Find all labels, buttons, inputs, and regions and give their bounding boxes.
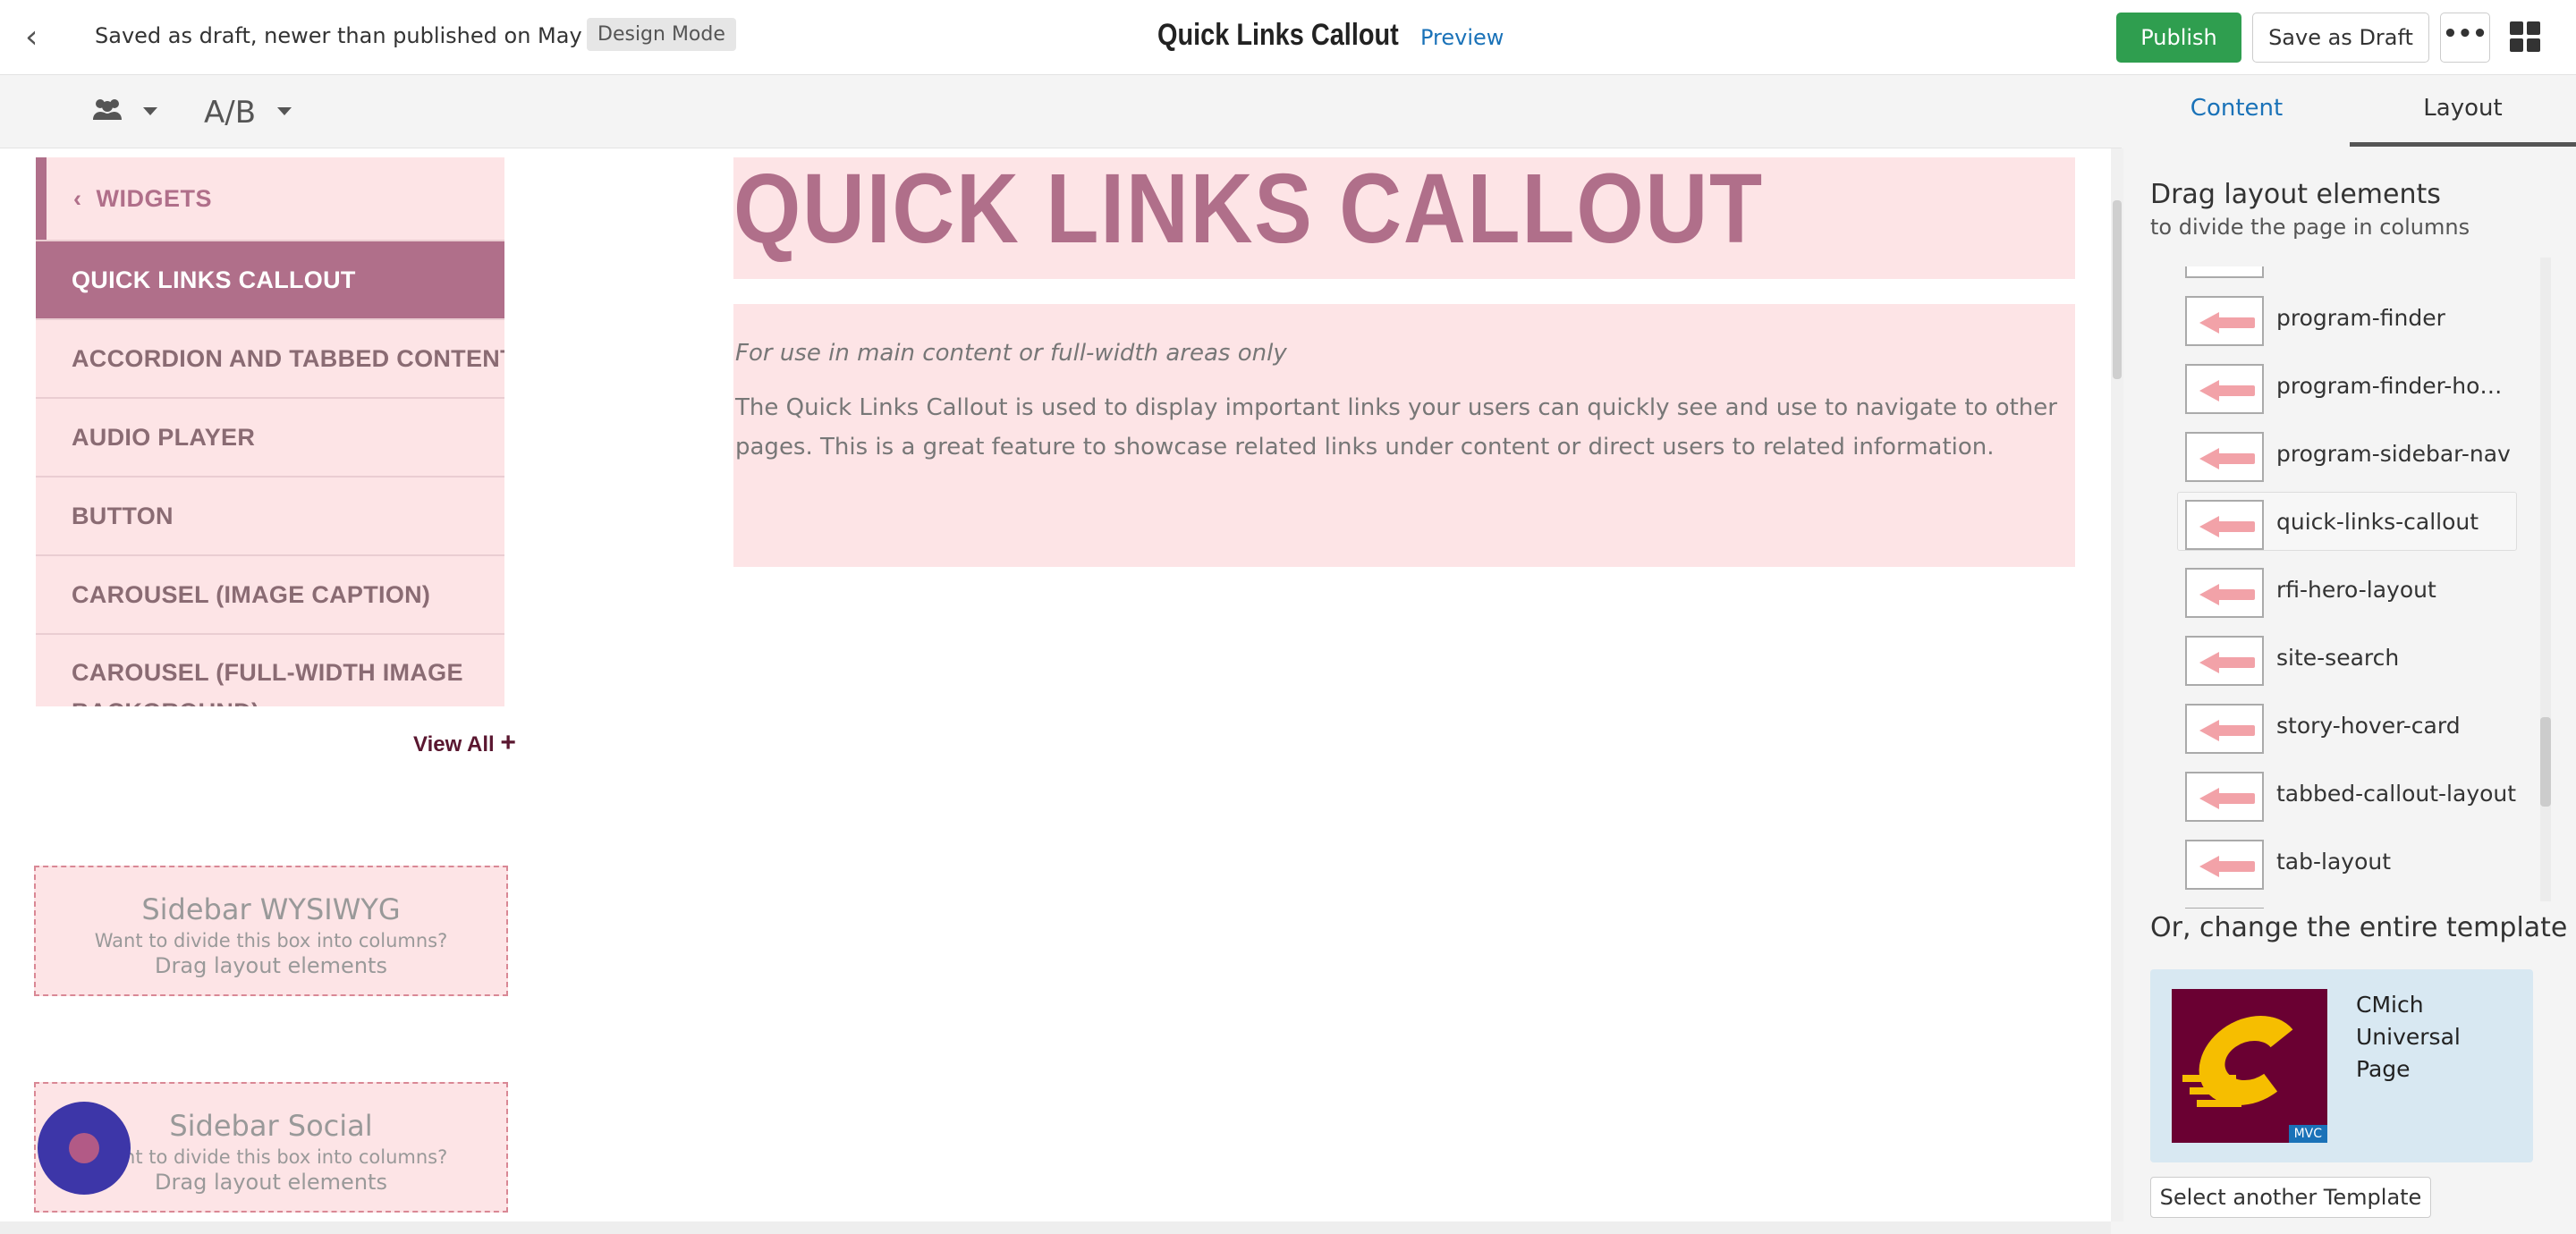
widget-item-quick-links-callout[interactable]: QUICK LINKS CALLOUT: [36, 240, 504, 318]
layout-thumb: [2185, 704, 2264, 754]
draft-status: Saved as draft, newer than published on …: [95, 23, 616, 48]
layout-element[interactable]: tabbed-callout-layout: [2177, 764, 2517, 823]
mvc-badge: MVC: [2288, 1125, 2327, 1143]
drag-arrow-icon: [2199, 380, 2255, 401]
publish-button[interactable]: Publish: [2116, 13, 2241, 63]
drop-zone-subtitle: Want to divide this box into columns?: [94, 930, 448, 951]
drag-arrow-icon: [2199, 788, 2255, 809]
hero-title: QUICK LINKS CALLOUT: [733, 157, 1764, 264]
drag-arrow-icon: [2199, 312, 2255, 334]
plus-icon: +: [500, 728, 516, 757]
layout-element-label: rfi-hero-layout: [2276, 577, 2436, 603]
layout-list-scrollbar-thumb[interactable]: [2540, 717, 2551, 807]
layout-element-partial[interactable]: [2177, 900, 2517, 909]
save-as-draft-button[interactable]: Save as Draft: [2252, 13, 2429, 63]
template-name: CMich Universal Page: [2356, 992, 2461, 1082]
layout-thumb: [2185, 568, 2264, 618]
tab-content[interactable]: Content: [2123, 75, 2350, 147]
floating-assistant-button[interactable]: [38, 1102, 131, 1195]
view-all-link[interactable]: View All +: [413, 728, 516, 758]
back-arrow-icon[interactable]: ‹: [25, 18, 54, 57]
audience-dropdown-caret-icon[interactable]: [143, 107, 157, 115]
layout-subheading: to divide the page in columns: [2150, 215, 2470, 240]
description-block[interactable]: For use in main content or full-width ar…: [733, 304, 2075, 567]
design-mode-badge: Design Mode: [587, 18, 736, 51]
layout-thumb: [2185, 296, 2264, 346]
layout-element-label: site-search: [2276, 645, 2400, 671]
tab-layout[interactable]: Layout: [2350, 75, 2576, 147]
drop-zone-title: Sidebar WYSIWYG: [141, 892, 401, 926]
layout-elements-list[interactable]: program-finder program-finder-home… prog…: [2177, 266, 2535, 909]
top-bar: ‹ Saved as draft, newer than published o…: [0, 0, 2576, 75]
layout-element[interactable]: tab-layout: [2177, 832, 2517, 891]
right-panel: Content Layout Drag layout elements to d…: [2123, 75, 2576, 1234]
panel-tabs: Content Layout: [2123, 75, 2576, 147]
usage-note: For use in main content or full-width ar…: [735, 340, 1287, 367]
layout-thumb: [2185, 840, 2264, 890]
drag-arrow-icon: [2199, 856, 2255, 877]
layout-thumb: [2185, 500, 2264, 550]
layout-element-label: story-hover-card: [2276, 713, 2461, 739]
layout-element[interactable]: program-finder: [2177, 288, 2517, 347]
drag-arrow-icon: [2199, 448, 2255, 469]
layout-element-label: program-sidebar-nav: [2276, 441, 2511, 467]
layout-element[interactable]: site-search: [2177, 628, 2517, 687]
layout-thumb: [2185, 432, 2264, 482]
layout-element-label: quick-links-callout: [2276, 509, 2479, 535]
layout-thumb: [2185, 772, 2264, 822]
layout-element-label: tab-layout: [2276, 849, 2392, 875]
view-all-label: View All: [413, 732, 495, 756]
cmich-logo-icon: MVC: [2172, 989, 2327, 1143]
drag-arrow-icon: [2199, 720, 2255, 741]
drop-zone-hint: Drag layout elements: [155, 953, 387, 978]
more-options-button[interactable]: •••: [2440, 13, 2490, 63]
layout-element-label: tabbed-callout-layout: [2276, 781, 2517, 807]
layout-element-partial[interactable]: [2177, 266, 2517, 279]
layout-element-selected[interactable]: quick-links-callout: [2177, 492, 2517, 551]
widgets-header-label: WIDGETS: [96, 185, 212, 212]
layout-element-label: program-finder-home…: [2276, 373, 2518, 399]
widget-item-button[interactable]: BUTTON: [36, 476, 504, 554]
widgets-back-header[interactable]: ‹ WIDGETS: [36, 157, 504, 240]
layout-element[interactable]: rfi-hero-layout: [2177, 560, 2517, 619]
widgets-panel: ‹ WIDGETS QUICK LINKS CALLOUT ACCORDION …: [36, 157, 504, 706]
assistant-dot-icon: [69, 1133, 99, 1163]
widget-item-accordion[interactable]: ACCORDION AND TABBED CONTENT: [36, 318, 504, 397]
layout-thumb: [2185, 908, 2264, 909]
layout-element[interactable]: story-hover-card: [2177, 696, 2517, 755]
page-title: Quick Links Callout: [1157, 18, 1399, 52]
description-text: The Quick Links Callout is used to displ…: [735, 394, 2057, 461]
layout-element[interactable]: program-sidebar-nav: [2177, 424, 2517, 483]
drag-arrow-icon: [2199, 584, 2255, 605]
layout-thumb: [2185, 364, 2264, 414]
layout-element[interactable]: program-finder-home…: [2177, 356, 2518, 415]
editor-toolbar: A/B: [0, 75, 2122, 148]
drag-arrow-icon: [2199, 516, 2255, 537]
layout-element-label: program-finder: [2276, 305, 2445, 331]
ab-dropdown-caret-icon[interactable]: [277, 107, 292, 115]
widget-item-audio-player[interactable]: AUDIO PLAYER: [36, 397, 504, 476]
canvas-horizontal-scrollbar[interactable]: [0, 1221, 2111, 1234]
widget-item-carousel-full-width[interactable]: CAROUSEL (FULL-WIDTH IMAGE BACKGROUND): [36, 633, 504, 706]
template-card[interactable]: MVC CMich Universal Page: [2150, 969, 2533, 1162]
template-heading: Or, change the entire template: [2150, 912, 2568, 943]
layout-heading: Drag layout elements: [2150, 179, 2441, 210]
drag-arrow-icon: [2199, 652, 2255, 673]
canvas-scrollbar-thumb[interactable]: [2113, 200, 2122, 379]
drop-zone-sidebar-wysiwyg[interactable]: Sidebar WYSIWYG Want to divide this box …: [34, 866, 508, 996]
preview-link[interactable]: Preview: [1420, 25, 1504, 50]
layout-thumb: [2185, 636, 2264, 686]
layout-thumb: [2185, 266, 2264, 278]
ab-test-label[interactable]: A/B: [204, 95, 256, 131]
widget-item-carousel-image-caption[interactable]: CAROUSEL (IMAGE CAPTION): [36, 554, 504, 633]
hero-title-block[interactable]: QUICK LINKS CALLOUT: [733, 157, 2075, 279]
audience-group-icon[interactable]: [91, 97, 123, 131]
apps-grid-icon[interactable]: [2510, 21, 2540, 52]
select-template-button[interactable]: Select another Template: [2150, 1177, 2431, 1218]
